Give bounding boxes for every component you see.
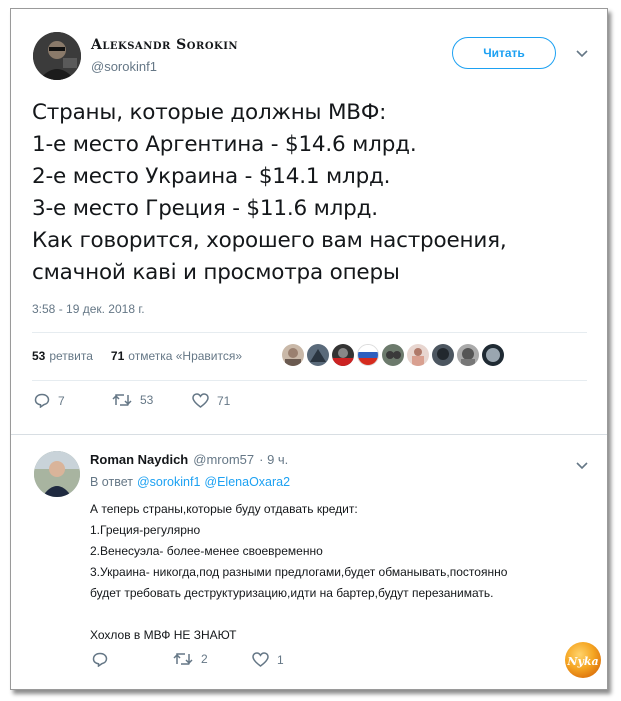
reply-action[interactable]: 7 bbox=[34, 393, 65, 408]
reply-author-avatar[interactable] bbox=[34, 451, 80, 497]
retweet-action[interactable]: 53 bbox=[112, 393, 153, 407]
reply-text-line: будет требовать деструктуризацию,идти на… bbox=[90, 586, 494, 600]
liker-avatar[interactable] bbox=[407, 344, 429, 366]
mention-link[interactable]: @ElenaOxara2 bbox=[204, 475, 290, 489]
reply-text-line: 2.Венесуэла- более-менее своевременно bbox=[90, 544, 323, 558]
reply-text: А теперь страны,которые буду отдавать кр… bbox=[90, 499, 507, 646]
tweet-timestamp[interactable]: 3:58 - 19 дек. 2018 г. bbox=[32, 302, 145, 316]
liker-avatar[interactable] bbox=[382, 344, 404, 366]
reply-icon bbox=[92, 652, 108, 667]
heart-icon bbox=[252, 652, 269, 667]
likes-count[interactable]: 71 bbox=[111, 349, 124, 363]
retweets-label[interactable]: ретвита bbox=[49, 349, 93, 363]
likes-label[interactable]: отметка «Нравится» bbox=[128, 349, 242, 363]
like-action[interactable]: 71 bbox=[192, 393, 230, 408]
retweets-count[interactable]: 53 bbox=[32, 349, 45, 363]
watermark-text: Nyka bbox=[566, 655, 598, 668]
reply-like-action[interactable]: 1 bbox=[252, 652, 284, 667]
reply-text-line: 1.Греция-регулярно bbox=[90, 523, 201, 537]
reply-time[interactable]: · 9 ч. bbox=[259, 452, 288, 467]
reply-author-name[interactable]: Roman Naydich bbox=[90, 452, 188, 467]
mention-link[interactable]: @sorokinf1 bbox=[137, 475, 200, 489]
reply-text-line: А теперь страны,которые буду отдавать кр… bbox=[90, 502, 358, 516]
reply-icon bbox=[34, 393, 50, 408]
in-reply-prefix: В ответ bbox=[90, 475, 133, 489]
liker-avatar[interactable] bbox=[482, 344, 504, 366]
reply-author-handle[interactable]: @mrom57 bbox=[193, 452, 254, 467]
reply-text-line: Хохлов в МВФ НЕ ЗНАЮТ bbox=[90, 628, 237, 642]
divider bbox=[11, 434, 607, 435]
chevron-down-icon[interactable] bbox=[576, 459, 588, 473]
in-reply-to: В ответ @sorokinf1 @ElenaOxara2 bbox=[90, 475, 290, 489]
tweet-text-line: смачной каві и просмотра оперы bbox=[32, 260, 400, 285]
tweet-text-line: Страны, которые должны МВФ: bbox=[32, 100, 387, 125]
reply-text-line bbox=[90, 604, 507, 625]
divider bbox=[32, 380, 587, 381]
liker-avatar[interactable] bbox=[457, 344, 479, 366]
reply-count: 7 bbox=[58, 393, 65, 408]
liker-avatars bbox=[282, 344, 504, 366]
stats-row: 53 ретвита 71 отметка «Нравится» bbox=[32, 346, 242, 366]
tweet-text-line: 1-е место Аргентина - $14.6 млрд. bbox=[32, 132, 417, 157]
like-count: 71 bbox=[217, 393, 231, 408]
liker-avatar[interactable] bbox=[307, 344, 329, 366]
divider bbox=[32, 332, 587, 333]
chevron-down-icon[interactable] bbox=[576, 47, 588, 61]
nyka-logo: Nyka bbox=[564, 641, 602, 679]
retweet-icon bbox=[173, 653, 193, 665]
author-name[interactable]: Aleksandr Sorokin bbox=[91, 37, 238, 53]
author-avatar[interactable] bbox=[33, 32, 81, 80]
reply-reply-action[interactable] bbox=[92, 652, 116, 667]
follow-button[interactable]: Читать bbox=[452, 37, 556, 69]
reply-like-count: 1 bbox=[277, 652, 284, 667]
retweet-icon bbox=[112, 394, 132, 406]
retweet-count: 53 bbox=[140, 393, 154, 407]
reply-header: Roman Naydich @mrom57 · 9 ч. bbox=[90, 452, 288, 467]
heart-icon bbox=[192, 393, 209, 408]
tweet-text-line: 3-е место Греция - $11.6 млрд. bbox=[32, 196, 378, 221]
tweet-text-line: Как говорится, хорошего вам настроения, bbox=[32, 228, 507, 253]
tweet-card: Aleksandr Sorokin @sorokinf1 Читать Стра… bbox=[10, 8, 608, 690]
liker-avatar[interactable] bbox=[432, 344, 454, 366]
reply-retweet-count: 2 bbox=[201, 652, 208, 666]
author-handle[interactable]: @sorokinf1 bbox=[91, 59, 157, 74]
liker-avatar[interactable] bbox=[282, 344, 304, 366]
liker-avatar[interactable] bbox=[332, 344, 354, 366]
tweet-text-line: 2-е место Украина - $14.1 млрд. bbox=[32, 164, 391, 189]
liker-avatar[interactable] bbox=[357, 344, 379, 366]
reply-retweet-action[interactable]: 2 bbox=[173, 652, 208, 666]
reply-text-line: 3.Украина- никогда,под разными предлогам… bbox=[90, 565, 508, 579]
tweet-text: Страны, которые должны МВФ: 1-е место Ар… bbox=[32, 97, 507, 289]
